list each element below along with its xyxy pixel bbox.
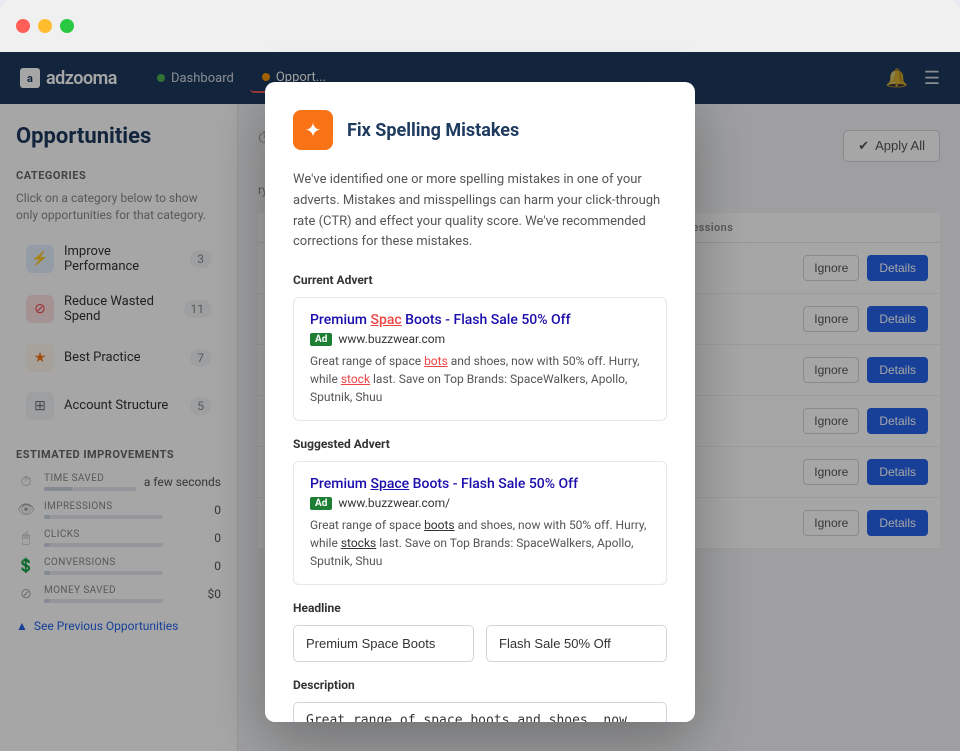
modal-title: Fix Spelling Mistakes	[347, 120, 519, 141]
current-ad-url-line: Ad www.buzzwear.com	[310, 332, 650, 346]
current-ad-description: Great range of space bots and shoes, now…	[310, 352, 650, 406]
description-label: Description	[293, 678, 667, 692]
desc-error1: bots	[424, 354, 448, 368]
headline-field-1-group	[293, 625, 474, 662]
description-group	[293, 702, 667, 722]
headline-field-2[interactable]	[486, 625, 667, 662]
suggested-ad-url-line: Ad www.buzzwear.com/	[310, 496, 650, 510]
close-button[interactable]	[16, 19, 30, 33]
headline-field-2-group	[486, 625, 667, 662]
headline-fields	[293, 625, 667, 662]
modal-icon: ✦	[293, 110, 333, 150]
minimize-button[interactable]	[38, 19, 52, 33]
headline-error: Spac	[370, 312, 401, 328]
maximize-button[interactable]	[60, 19, 74, 33]
desc-highlight1: boots	[424, 518, 455, 532]
headline-label: Headline	[293, 601, 667, 615]
ad-badge: Ad	[310, 497, 332, 510]
modal-header: ✦ Fix Spelling Mistakes	[293, 110, 667, 150]
current-advert-label: Current Advert	[293, 273, 667, 287]
traffic-lights	[16, 19, 74, 33]
suggested-ad-url: www.buzzwear.com/	[338, 496, 450, 510]
ad-badge: Ad	[310, 333, 332, 346]
headline-field-1[interactable]	[293, 625, 474, 662]
suggested-advert-label: Suggested Advert	[293, 437, 667, 451]
fix-spelling-modal: ✦ Fix Spelling Mistakes We've identified…	[265, 82, 695, 722]
window-chrome	[0, 0, 960, 52]
current-ad-preview: Premium Spac Boots - Flash Sale 50% Off …	[293, 297, 667, 421]
modal-description: We've identified one or more spelling mi…	[293, 170, 667, 253]
current-ad-headline: Premium Spac Boots - Flash Sale 50% Off	[310, 312, 650, 328]
current-ad-url: www.buzzwear.com	[338, 332, 445, 346]
headline-highlight: Space	[370, 476, 409, 492]
modal-overlay: ✦ Fix Spelling Mistakes We've identified…	[0, 52, 960, 751]
suggested-ad-description: Great range of space boots and shoes, no…	[310, 516, 650, 570]
desc-highlight2: stocks	[341, 536, 376, 550]
description-input[interactable]	[293, 702, 667, 722]
suggested-ad-preview: Premium Space Boots - Flash Sale 50% Off…	[293, 461, 667, 585]
suggested-ad-headline: Premium Space Boots - Flash Sale 50% Off	[310, 476, 650, 492]
desc-error2: stock	[341, 372, 370, 386]
